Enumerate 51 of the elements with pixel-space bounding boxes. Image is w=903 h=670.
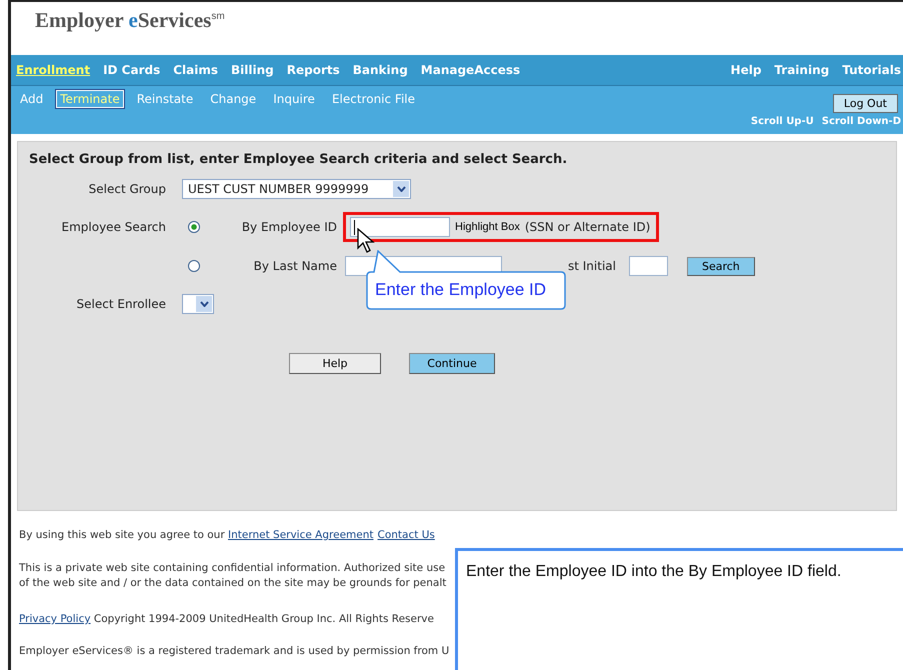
form-instruction: Select Group from list, enter Employee Search criteria and select Search.: [28, 151, 568, 167]
logout-button[interactable]: Log Out: [832, 94, 898, 113]
nav-tab[interactable]: Banking: [352, 63, 408, 77]
subnav-tab[interactable]: Terminate: [56, 90, 124, 108]
radio-button[interactable]: [188, 221, 200, 233]
scroll-link[interactable]: Scroll Up-U: [750, 116, 814, 127]
field-label: Employee Search: [60, 220, 167, 234]
copyright-text: Copyright 1994-2009 UnitedHealth Group Inc. All Rights Reserve: [94, 613, 434, 625]
scroll-link[interactable]: Scroll Down-D: [822, 116, 901, 127]
nav-tab[interactable]: Enrollment: [16, 63, 90, 77]
footer-text: of the web site and / or the data contained on the site may be grounds for penalt: [19, 576, 446, 591]
employee-id-field[interactable]: [350, 217, 450, 237]
subnav-tab[interactable]: Change: [206, 90, 260, 108]
callout: Enter the Employee ID: [366, 250, 566, 310]
footer-text: By using this web site you agree to our: [19, 529, 225, 541]
logo: Employer eServices$^{sm}$: [35, 8, 225, 32]
highlight-label: Highlight Box: [455, 221, 520, 233]
field-label: st Initial: [568, 259, 616, 273]
search-button[interactable]: Search: [686, 256, 755, 276]
field-label: Select Group: [88, 182, 167, 196]
nav-link[interactable]: Tutorials: [842, 63, 901, 77]
footer-link[interactable]: Contact Us: [378, 529, 435, 541]
dropdown-icon: [196, 296, 212, 312]
nav-tab[interactable]: ManageAccess: [420, 63, 520, 77]
radio-button[interactable]: [188, 260, 200, 272]
nav-tab[interactable]: Claims: [173, 63, 218, 77]
subnav-tab[interactable]: Inquire: [269, 90, 319, 108]
footer-link[interactable]: Privacy Policy: [19, 613, 91, 625]
option-label: By Last Name: [252, 259, 338, 273]
dropdown-icon: [393, 181, 409, 197]
nav-tab[interactable]: Reports: [286, 63, 340, 77]
initial-field[interactable]: [628, 256, 668, 276]
nav-tab[interactable]: Billing: [231, 63, 274, 77]
footer-link[interactable]: Internet Service Agreement: [228, 529, 374, 541]
subnav-tab[interactable]: Reinstate: [132, 90, 198, 108]
enrollee-select[interactable]: [182, 294, 214, 314]
field-label: Select Enrollee: [76, 297, 167, 311]
nav-link[interactable]: Help: [730, 63, 762, 77]
nav-link[interactable]: Training: [774, 63, 830, 77]
subnav-tab[interactable]: Add: [16, 90, 48, 108]
field-hint: (SSN or Alternate ID): [524, 220, 650, 234]
cursor-icon: [357, 228, 375, 254]
group-select[interactable]: UEST CUST NUMBER 9999999: [182, 179, 411, 199]
nav-tab[interactable]: ID Cards: [103, 63, 160, 77]
footer-text: This is a private web site containing confidential information. Authorized site use: [19, 561, 446, 576]
instruction-box: Enter the Employee ID into the By Employee ID field.: [455, 548, 903, 670]
option-label: By Employee ID: [240, 220, 338, 234]
subnav-tab[interactable]: Electronic File: [328, 90, 419, 108]
form-button[interactable]: Help: [289, 353, 381, 374]
footer-text: Employer eServices® is a registered trademark and is used by permission from U: [19, 645, 450, 657]
form-button[interactable]: Continue: [409, 353, 495, 374]
